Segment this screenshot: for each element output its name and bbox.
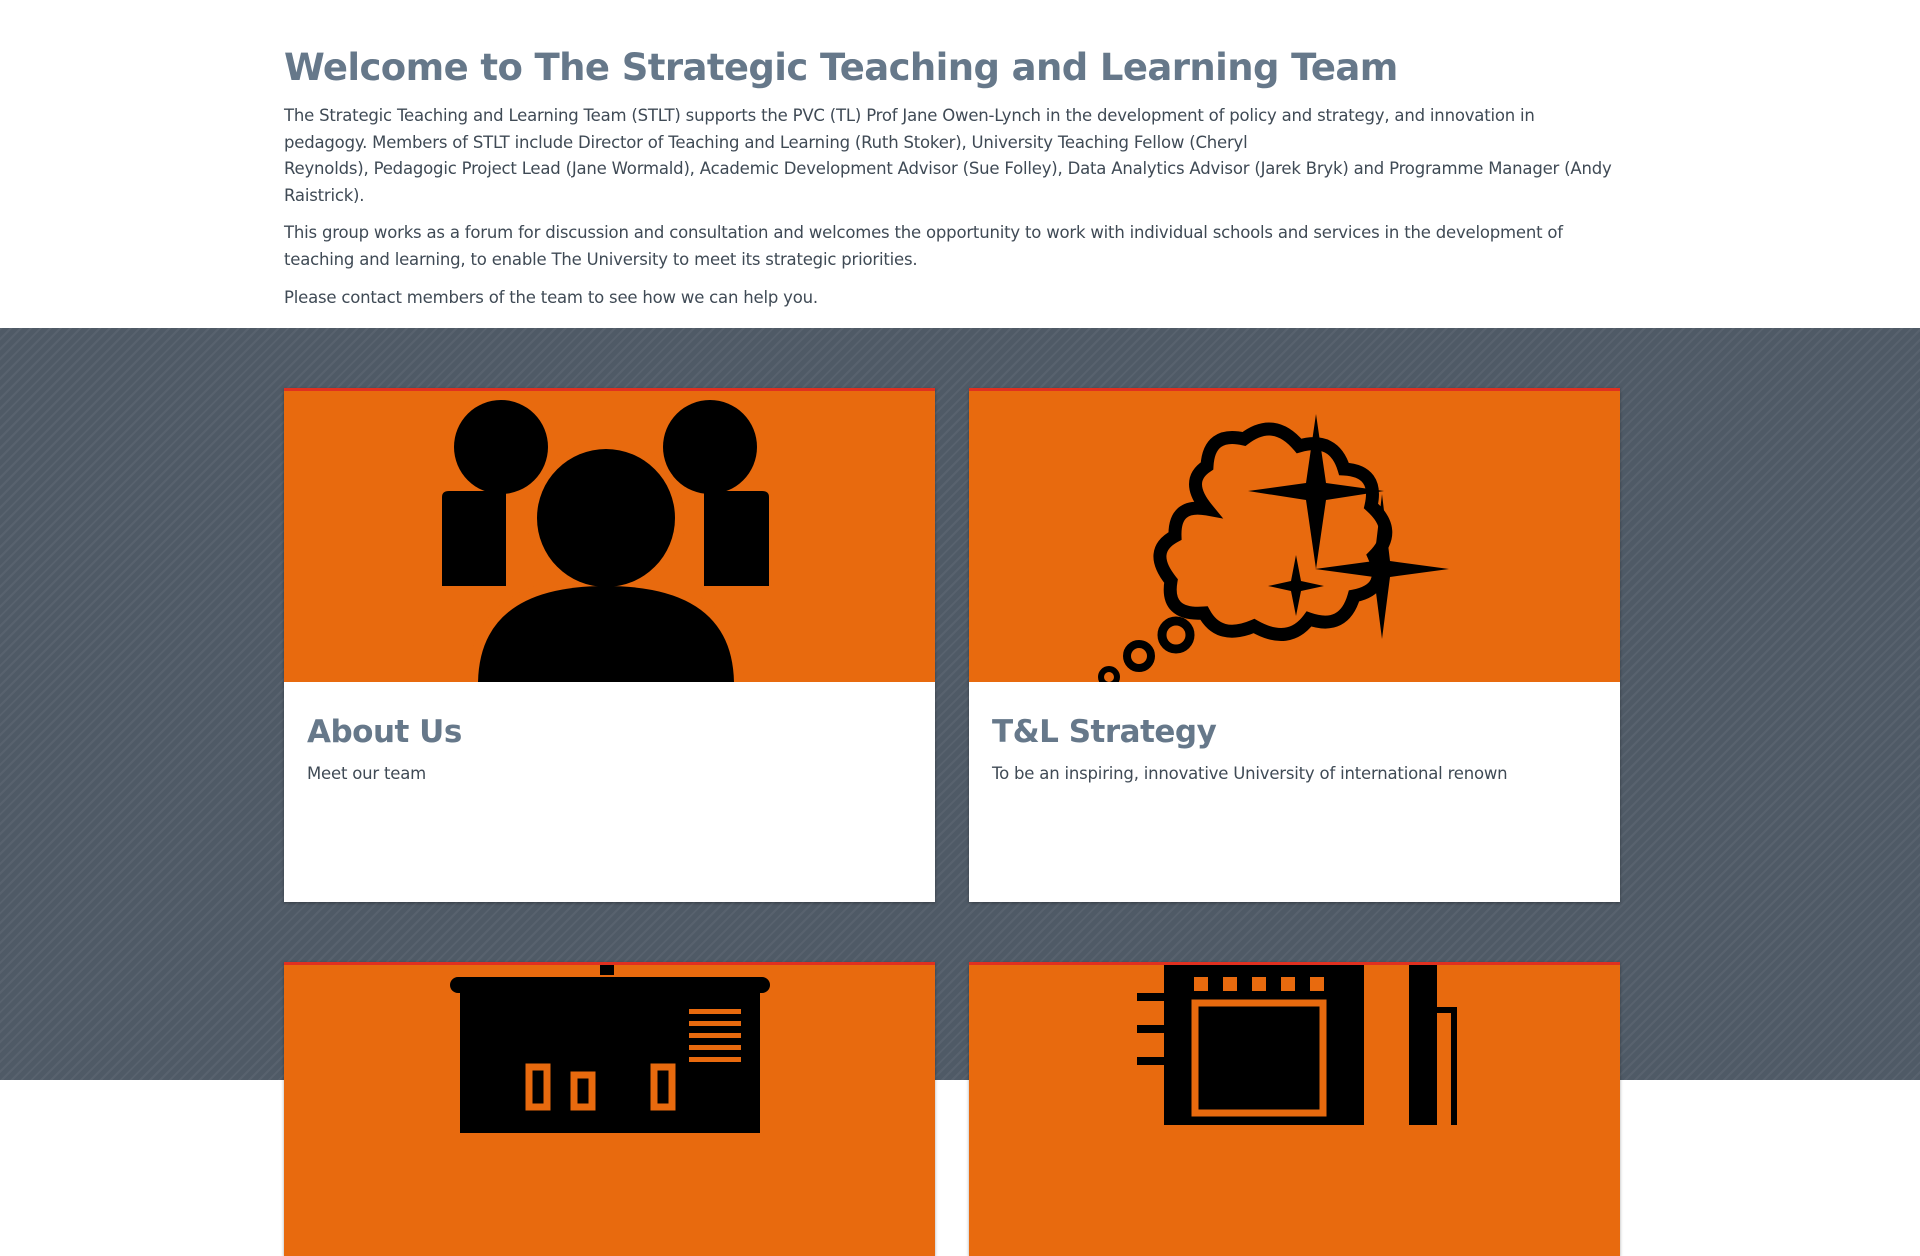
- intro-paragraph-3: Please contact members of the team to se…: [284, 288, 818, 307]
- card-banner: [969, 962, 1620, 1256]
- card-banner: [969, 388, 1620, 682]
- presentation-board-icon: [450, 965, 770, 1133]
- card-banner: [284, 388, 935, 682]
- card-body: About Us Meet our team: [284, 682, 935, 902]
- card-about-us[interactable]: About Us Meet our team: [284, 388, 935, 902]
- card-title[interactable]: About Us: [307, 714, 912, 750]
- card-body: T&L Strategy To be an inspiring, innovat…: [969, 682, 1620, 902]
- intro-paragraph-1: The Strategic Teaching and Learning Team…: [284, 103, 1624, 209]
- intro-paragraph-2: This group works as a forum for discussi…: [284, 223, 1563, 269]
- card-tl-strategy[interactable]: T&L Strategy To be an inspiring, innovat…: [969, 388, 1620, 902]
- thought-bubble-icon: [1098, 414, 1449, 682]
- page-title: Welcome to The Strategic Teaching and Le…: [284, 46, 1398, 89]
- team-icon: [442, 400, 769, 682]
- card-notebook[interactable]: [969, 962, 1620, 1256]
- intro-paragraph-1-line-2: pedagogy. Members of STLT include Direct…: [284, 132, 1248, 152]
- card-description: Meet our team: [307, 764, 427, 783]
- card-banner: [284, 962, 935, 1256]
- intro-paragraph-1-line-3: Reynolds), Pedagogic Project Lead (Jane …: [284, 159, 1612, 205]
- intro-paragraph-1-line-1: The Strategic Teaching and Learning Team…: [284, 106, 1535, 125]
- card-title[interactable]: T&L Strategy: [992, 714, 1597, 750]
- card-description: To be an inspiring, innovative Universit…: [992, 764, 1508, 783]
- cards-grid: About Us Meet our team T&L Strategy To b…: [0, 328, 1920, 1256]
- notebook-pen-icon: [1137, 965, 1457, 1125]
- card-presentation[interactable]: [284, 962, 935, 1256]
- intro-section: Welcome to The Strategic Teaching and Le…: [0, 0, 1920, 328]
